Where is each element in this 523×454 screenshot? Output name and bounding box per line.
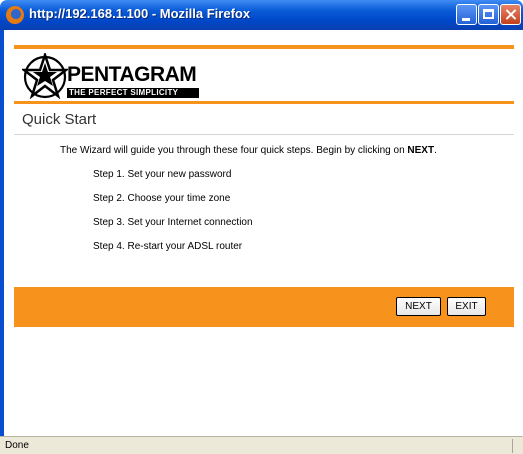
window-title: http://192.168.1.100 - Mozilla Firefox: [29, 6, 251, 21]
intro-text-next: NEXT: [407, 145, 435, 156]
logo-name: PENTAGRAM: [67, 63, 197, 86]
step-3: Step 3. Set your Internet connection: [93, 217, 253, 228]
title-divider: [14, 134, 514, 135]
logo-tagline: THE PERFECT SIMPLICITY: [67, 88, 199, 98]
firefox-icon[interactable]: [6, 6, 24, 24]
next-button[interactable]: NEXT: [396, 297, 441, 316]
step-2: Step 2. Choose your time zone: [93, 193, 231, 204]
window-titlebar[interactable]: http://192.168.1.100 - Mozilla Firefox: [0, 0, 523, 30]
pentagram-star-logo-icon: [22, 53, 68, 99]
header-top-bar: [14, 45, 514, 49]
intro-text-end: .: [434, 145, 437, 156]
status-separator: [512, 439, 513, 453]
pentagram-logo: PENTAGRAM THE PERFECT SIMPLICITY: [22, 53, 222, 99]
intro-text: The Wizard will guide you through these …: [60, 145, 437, 156]
exit-button[interactable]: EXIT: [447, 297, 486, 316]
status-bar: Done: [0, 436, 523, 454]
status-text: Done: [5, 440, 29, 451]
close-button[interactable]: [500, 4, 521, 25]
intro-text-body: The Wizard will guide you through these …: [60, 145, 408, 156]
minimize-button[interactable]: [456, 4, 477, 25]
window-border-left: [0, 30, 4, 436]
step-1: Step 1. Set your new password: [93, 169, 232, 180]
step-4: Step 4. Re-start your ADSL router: [93, 241, 243, 252]
maximize-button[interactable]: [478, 4, 499, 25]
page-title: Quick Start: [22, 111, 97, 128]
header-divider: [14, 101, 514, 104]
